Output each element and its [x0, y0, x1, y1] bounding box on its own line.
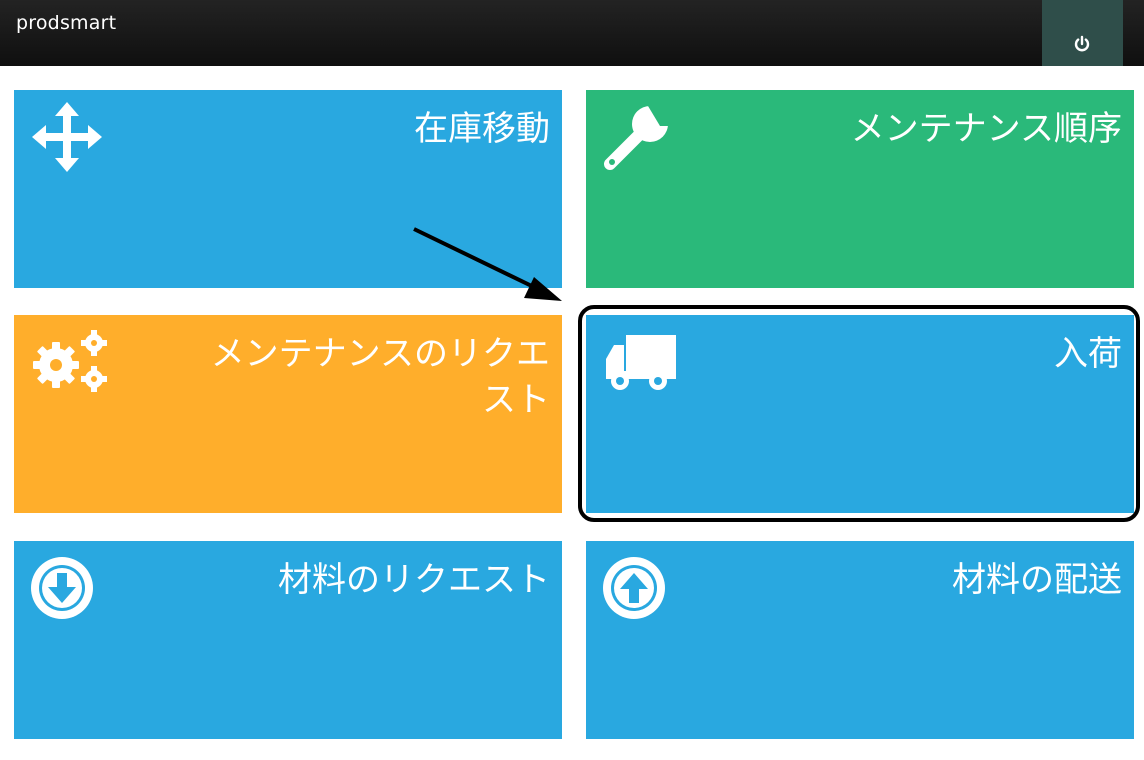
arrow-down-circle-icon [31, 557, 93, 619]
move-arrows-icon [32, 102, 102, 172]
wrench-icon [604, 106, 674, 170]
truck-icon [606, 335, 676, 390]
tile-label: メンテナンス順序 [850, 109, 1122, 149]
tile-label: 在庫移動 [414, 109, 550, 149]
tile-maintenance-request[interactable]: メンテナンスのリクエスト [14, 315, 562, 513]
gears-icon [33, 330, 107, 392]
top-bar: prodsmart [0, 0, 1144, 66]
app-title: prodsmart [16, 12, 117, 34]
tile-stock-movement[interactable]: 在庫移動 [14, 90, 562, 288]
arrow-up-circle-icon [603, 557, 665, 619]
logout-button[interactable] [1042, 0, 1123, 66]
tile-label: 材料のリクエスト [278, 560, 550, 600]
tile-material-request[interactable]: 材料のリクエスト [14, 541, 562, 739]
tile-material-delivery[interactable]: 材料の配送 [586, 541, 1134, 739]
tile-receiving[interactable]: 入荷 [586, 315, 1134, 513]
tile-label: 入荷 [1054, 334, 1122, 374]
tile-label: 材料の配送 [952, 560, 1122, 600]
tile-maintenance-order[interactable]: メンテナンス順序 [586, 90, 1134, 288]
power-icon [1074, 35, 1090, 52]
tile-label: メンテナンスのリクエスト [210, 334, 550, 420]
